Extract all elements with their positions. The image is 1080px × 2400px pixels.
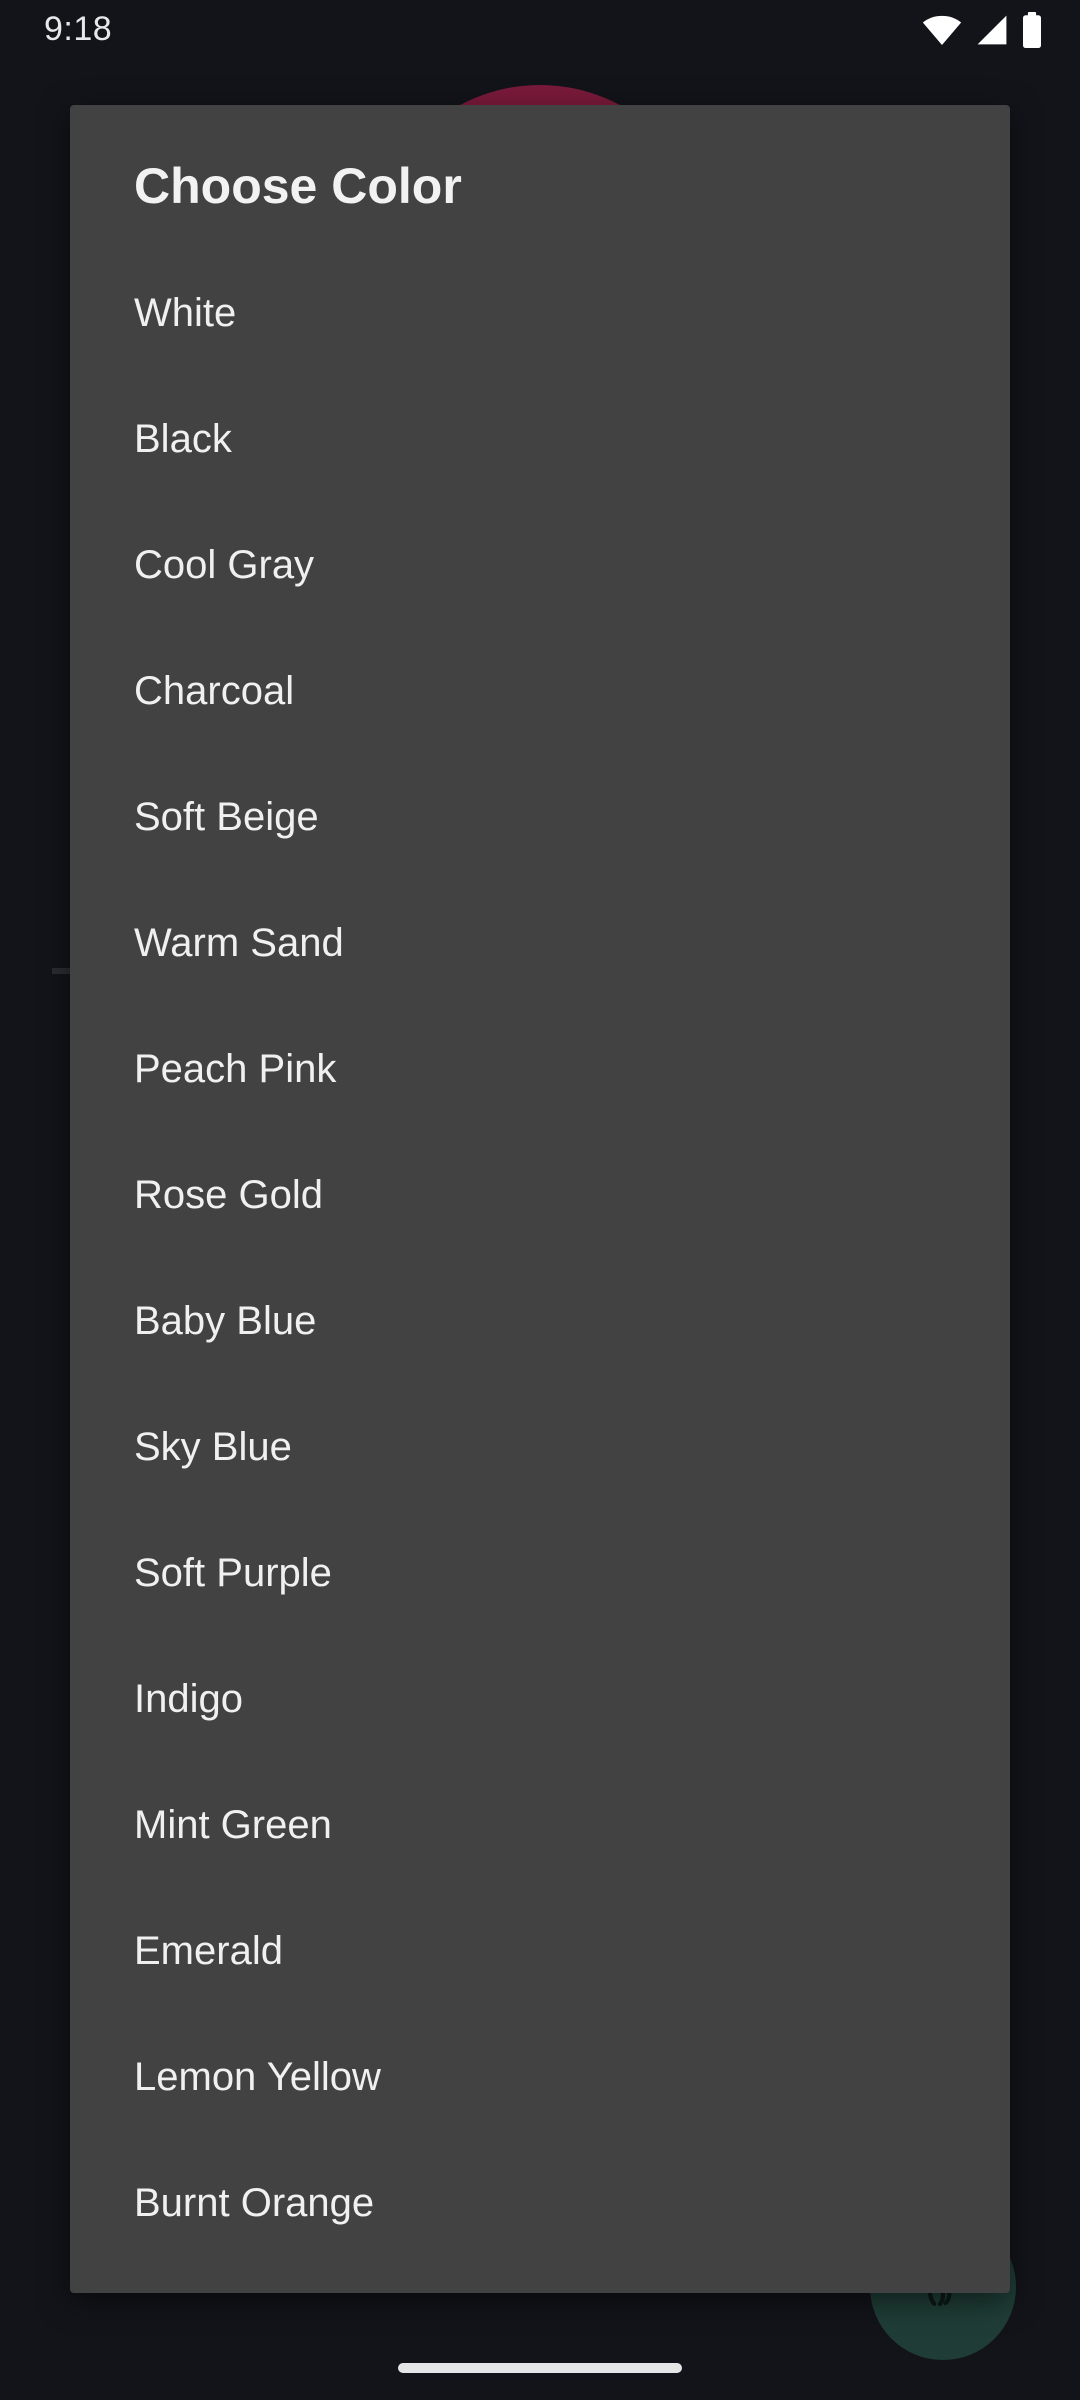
color-option-baby-blue[interactable]: Baby Blue: [70, 1258, 1010, 1384]
color-option-white[interactable]: White: [70, 250, 1010, 376]
color-option-burnt-orange[interactable]: Burnt Orange: [70, 2140, 1010, 2266]
status-bar: 9:18: [0, 0, 1080, 62]
color-option-mint-green[interactable]: Mint Green: [70, 1762, 1010, 1888]
color-options-list: White Black Cool Gray Charcoal Soft Beige War…: [70, 250, 1010, 2266]
screen: 9:18 Choose Color White Black Cool Gray …: [0, 0, 1080, 2400]
status-time: 9:18: [44, 10, 113, 48]
wifi-icon: [922, 13, 962, 47]
battery-icon: [1022, 12, 1042, 48]
color-option-cool-gray[interactable]: Cool Gray: [70, 502, 1010, 628]
color-option-peach-pink[interactable]: Peach Pink: [70, 1006, 1010, 1132]
status-icons: [922, 12, 1042, 48]
color-option-lemon-yellow[interactable]: Lemon Yellow: [70, 2014, 1010, 2140]
color-option-black[interactable]: Black: [70, 376, 1010, 502]
color-option-soft-beige[interactable]: Soft Beige: [70, 754, 1010, 880]
dialog-title: Choose Color: [134, 158, 462, 214]
color-option-indigo[interactable]: Indigo: [70, 1636, 1010, 1762]
color-option-soft-purple[interactable]: Soft Purple: [70, 1510, 1010, 1636]
color-option-warm-sand[interactable]: Warm Sand: [70, 880, 1010, 1006]
color-option-emerald[interactable]: Emerald: [70, 1888, 1010, 2014]
cellular-signal-icon: [976, 13, 1008, 47]
color-option-rose-gold[interactable]: Rose Gold: [70, 1132, 1010, 1258]
color-option-sky-blue[interactable]: Sky Blue: [70, 1384, 1010, 1510]
choose-color-dialog: Choose Color White Black Cool Gray Charcoal…: [70, 105, 1010, 2293]
gesture-navigation-handle[interactable]: [398, 2363, 682, 2373]
color-option-charcoal[interactable]: Charcoal: [70, 628, 1010, 754]
